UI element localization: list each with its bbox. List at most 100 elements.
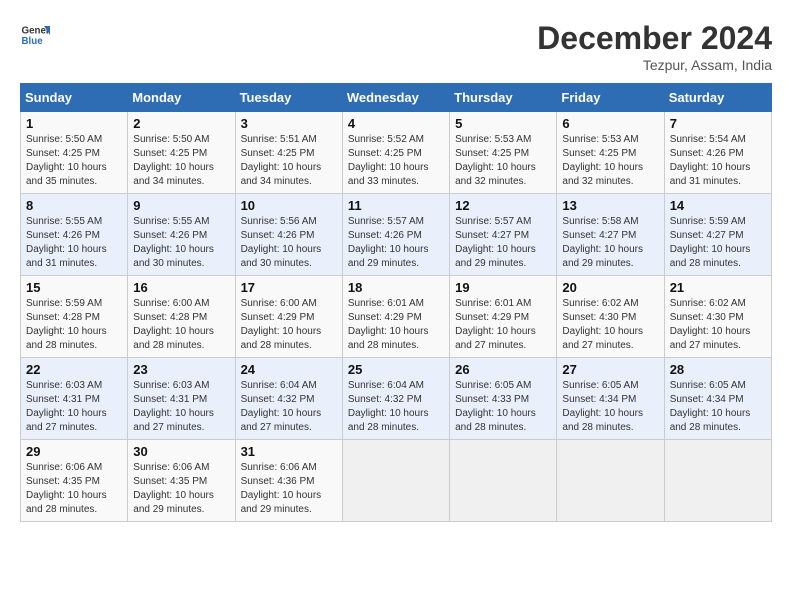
day-info: Sunrise: 5:50 AM Sunset: 4:25 PM Dayligh… [133,133,229,189]
day-number: 8 [26,198,122,213]
table-row: 30 Sunrise: 6:06 AM Sunset: 4:35 PM Dayli… [128,440,235,522]
table-row: 25 Sunrise: 6:04 AM Sunset: 4:32 PM Dayli… [342,358,449,440]
day-number: 30 [133,444,229,459]
table-row: 18Sunrise: 6:01 AM Sunset: 4:29 PM Dayli… [342,276,449,358]
day-number: 28 [670,362,766,377]
day-info: Sunrise: 6:01 AM Sunset: 4:29 PM Dayligh… [348,297,444,353]
day-info: Sunrise: 6:06 AM Sunset: 4:36 PM Dayligh… [241,461,337,517]
table-row: 16Sunrise: 6:00 AM Sunset: 4:28 PM Dayli… [128,276,235,358]
day-info: Sunrise: 5:52 AM Sunset: 4:25 PM Dayligh… [348,133,444,189]
table-row: 22 Sunrise: 6:03 AM Sunset: 4:31 PM Dayli… [21,358,128,440]
day-info: Sunrise: 5:53 AM Sunset: 4:25 PM Dayligh… [455,133,551,189]
day-number: 25 [348,362,444,377]
day-number: 31 [241,444,337,459]
day-number: 24 [241,362,337,377]
day-info: Sunrise: 5:58 AM Sunset: 4:27 PM Dayligh… [562,215,658,271]
day-info: Sunrise: 6:04 AM Sunset: 4:32 PM Dayligh… [241,379,337,435]
day-number: 12 [455,198,551,213]
table-row: 10 Sunrise: 5:56 AM Sunset: 4:26 PM Dayli… [235,194,342,276]
day-number: 9 [133,198,229,213]
day-number: 14 [670,198,766,213]
calendar-table: SundayMondayTuesdayWednesdayThursdayFrid… [20,83,772,522]
table-row: 23Sunrise: 6:03 AM Sunset: 4:31 PM Dayli… [128,358,235,440]
day-info: Sunrise: 6:03 AM Sunset: 4:31 PM Dayligh… [26,379,122,435]
day-info: Sunrise: 5:59 AM Sunset: 4:27 PM Dayligh… [670,215,766,271]
logo: General Blue [20,20,50,50]
day-number: 5 [455,116,551,131]
table-row: 4 Sunrise: 5:52 AM Sunset: 4:25 PM Daylig… [342,112,449,194]
table-row: 6 Sunrise: 5:53 AM Sunset: 4:25 PM Daylig… [557,112,664,194]
day-info: Sunrise: 6:02 AM Sunset: 4:30 PM Dayligh… [670,297,766,353]
day-info: Sunrise: 5:53 AM Sunset: 4:25 PM Dayligh… [562,133,658,189]
table-row: 19 Sunrise: 6:01 AM Sunset: 4:29 PM Dayli… [450,276,557,358]
table-row: 11 Sunrise: 5:57 AM Sunset: 4:26 PM Dayli… [342,194,449,276]
table-row: 2 Sunrise: 5:50 AM Sunset: 4:25 PM Daylig… [128,112,235,194]
day-number: 7 [670,116,766,131]
table-row: 17 Sunrise: 6:00 AM Sunset: 4:29 PM Dayli… [235,276,342,358]
day-number: 10 [241,198,337,213]
day-number: 2 [133,116,229,131]
day-number: 21 [670,280,766,295]
svg-text:Blue: Blue [22,36,44,47]
col-header-friday: Friday [557,84,664,112]
location: Tezpur, Assam, India [537,57,772,73]
col-header-saturday: Saturday [664,84,771,112]
day-number: 11 [348,198,444,213]
table-row: 27 Sunrise: 6:05 AM Sunset: 4:34 PM Dayli… [557,358,664,440]
day-info: Sunrise: 6:01 AM Sunset: 4:29 PM Dayligh… [455,297,551,353]
day-number: 22 [26,362,122,377]
day-number: 4 [348,116,444,131]
day-number: 6 [562,116,658,131]
day-info: Sunrise: 6:04 AM Sunset: 4:32 PM Dayligh… [348,379,444,435]
table-row: 29Sunrise: 6:06 AM Sunset: 4:35 PM Dayli… [21,440,128,522]
day-info: Sunrise: 5:55 AM Sunset: 4:26 PM Dayligh… [133,215,229,271]
day-info: Sunrise: 5:51 AM Sunset: 4:25 PM Dayligh… [241,133,337,189]
table-row [450,440,557,522]
table-row: 13 Sunrise: 5:58 AM Sunset: 4:27 PM Dayli… [557,194,664,276]
col-header-wednesday: Wednesday [342,84,449,112]
table-row: 1 Sunrise: 5:50 AM Sunset: 4:25 PM Daylig… [21,112,128,194]
day-info: Sunrise: 6:05 AM Sunset: 4:33 PM Dayligh… [455,379,551,435]
table-row [557,440,664,522]
col-header-thursday: Thursday [450,84,557,112]
logo-icon: General Blue [20,20,50,50]
day-info: Sunrise: 5:54 AM Sunset: 4:26 PM Dayligh… [670,133,766,189]
table-row: 21 Sunrise: 6:02 AM Sunset: 4:30 PM Dayli… [664,276,771,358]
col-header-tuesday: Tuesday [235,84,342,112]
day-number: 1 [26,116,122,131]
day-info: Sunrise: 5:57 AM Sunset: 4:26 PM Dayligh… [348,215,444,271]
table-row: 12 Sunrise: 5:57 AM Sunset: 4:27 PM Dayli… [450,194,557,276]
day-number: 19 [455,280,551,295]
day-info: Sunrise: 6:06 AM Sunset: 4:35 PM Dayligh… [133,461,229,517]
table-row: 5 Sunrise: 5:53 AM Sunset: 4:25 PM Daylig… [450,112,557,194]
day-number: 23 [133,362,229,377]
day-info: Sunrise: 5:56 AM Sunset: 4:26 PM Dayligh… [241,215,337,271]
day-info: Sunrise: 6:02 AM Sunset: 4:30 PM Dayligh… [562,297,658,353]
table-row: 7 Sunrise: 5:54 AM Sunset: 4:26 PM Daylig… [664,112,771,194]
table-row: 3 Sunrise: 5:51 AM Sunset: 4:25 PM Daylig… [235,112,342,194]
table-row: 20 Sunrise: 6:02 AM Sunset: 4:30 PM Dayli… [557,276,664,358]
day-info: Sunrise: 6:00 AM Sunset: 4:29 PM Dayligh… [241,297,337,353]
day-number: 27 [562,362,658,377]
table-row: 9 Sunrise: 5:55 AM Sunset: 4:26 PM Daylig… [128,194,235,276]
col-header-sunday: Sunday [21,84,128,112]
day-number: 20 [562,280,658,295]
day-info: Sunrise: 6:05 AM Sunset: 4:34 PM Dayligh… [670,379,766,435]
col-header-monday: Monday [128,84,235,112]
table-row: 31 Sunrise: 6:06 AM Sunset: 4:36 PM Dayli… [235,440,342,522]
day-info: Sunrise: 5:57 AM Sunset: 4:27 PM Dayligh… [455,215,551,271]
day-info: Sunrise: 6:05 AM Sunset: 4:34 PM Dayligh… [562,379,658,435]
day-info: Sunrise: 5:50 AM Sunset: 4:25 PM Dayligh… [26,133,122,189]
day-info: Sunrise: 6:06 AM Sunset: 4:35 PM Dayligh… [26,461,122,517]
table-row: 8Sunrise: 5:55 AM Sunset: 4:26 PM Daylig… [21,194,128,276]
month-title: December 2024 [537,20,772,57]
day-number: 17 [241,280,337,295]
table-row: 15 Sunrise: 5:59 AM Sunset: 4:28 PM Dayli… [21,276,128,358]
day-number: 15 [26,280,122,295]
title-area: December 2024 Tezpur, Assam, India [537,20,772,73]
day-number: 3 [241,116,337,131]
day-number: 13 [562,198,658,213]
day-info: Sunrise: 5:59 AM Sunset: 4:28 PM Dayligh… [26,297,122,353]
table-row [664,440,771,522]
day-number: 16 [133,280,229,295]
